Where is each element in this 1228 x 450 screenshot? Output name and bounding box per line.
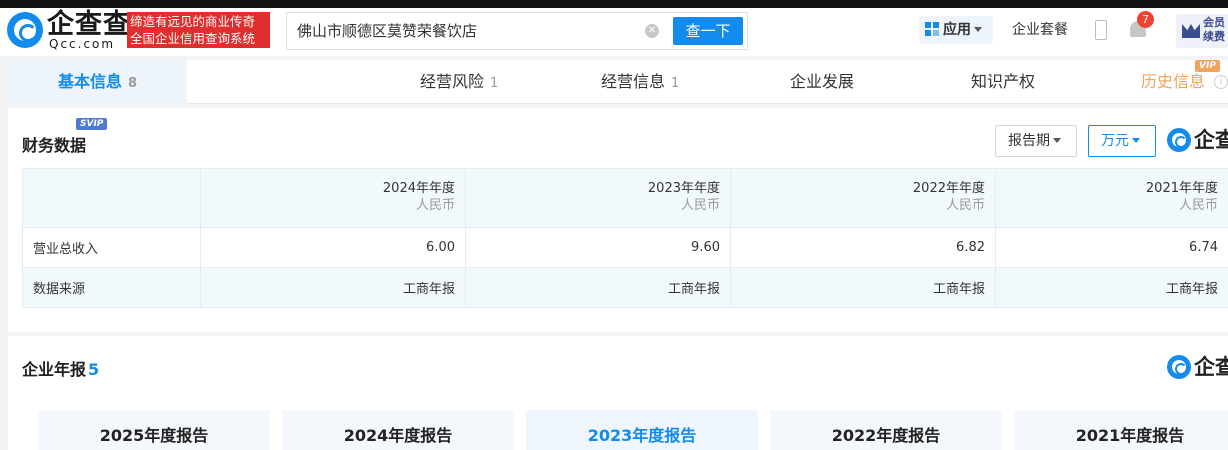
annual-report-section: 企业年报 5 企查 2025年度报告 2024年度报告 2023年度报告 2022… <box>8 336 1228 450</box>
qcc-logo-icon[interactable] <box>7 12 43 48</box>
slogan-line-1: 缔造有远见的商业传奇 <box>130 14 256 29</box>
qcc-logo-icon <box>1167 355 1191 379</box>
tab-intellectual-property[interactable]: 知识产权 <box>971 60 1035 104</box>
vip-tag: VIP <box>1195 60 1220 72</box>
logo-subtitle: Qcc.com <box>49 37 116 51</box>
slogan-banner: 缔造有远见的商业传奇 全国企业信用查询系统 <box>127 12 270 48</box>
search-input[interactable]: 佛山市顺德区莫赞荣餐饮店 <box>297 13 477 49</box>
report-period-select[interactable]: 报告期 <box>995 125 1077 157</box>
tab-business-info[interactable]: 经营信息 1 <box>601 60 679 104</box>
table-row: 数据来源 工商年报 工商年报 工商年报 工商年报 <box>22 267 1228 308</box>
qcc-watermark: 企查 <box>1167 352 1228 382</box>
search-box[interactable]: 佛山市顺德区莫赞荣餐饮店 ✕ 查一下 <box>286 12 748 50</box>
unit-select[interactable]: 万元 <box>1088 125 1156 157</box>
chevron-down-icon <box>1132 138 1140 143</box>
apps-label: 应用 <box>943 22 971 38</box>
info-icon[interactable]: i <box>1214 75 1228 89</box>
table-header-cell: 2021年年度 人民币 <box>995 168 1228 228</box>
table-cell: 6.00 <box>200 227 466 268</box>
search-button[interactable]: 查一下 <box>673 17 743 45</box>
table-corner-cell <box>22 168 201 228</box>
enterprise-suite-link[interactable]: 企业套餐 <box>1012 16 1068 44</box>
tab-basic-info[interactable]: 基本信息 8 <box>8 60 187 104</box>
financial-data-title: 财务数据 <box>22 136 87 155</box>
clear-icon[interactable]: ✕ <box>645 24 659 38</box>
annual-report-count: 5 <box>88 360 100 379</box>
table-header-cell: 2023年年度 人民币 <box>465 168 731 228</box>
report-card-2023[interactable]: 2023年度报告 <box>526 410 758 450</box>
vip-renew-button[interactable]: 会员 续费 <box>1176 14 1228 48</box>
row-label: 数据来源 <box>22 267 201 308</box>
table-cell: 工商年报 <box>200 267 466 308</box>
table-cell: 6.82 <box>730 227 996 268</box>
row-label: 营业总收入 <box>22 227 201 268</box>
crown-icon <box>1182 24 1200 38</box>
table-cell: 工商年报 <box>730 267 996 308</box>
report-card-2021[interactable]: 2021年度报告 <box>1014 410 1228 450</box>
logo-text[interactable]: 企查查 <box>47 10 131 40</box>
section-tabs: 基本信息 8 经营风险 1 经营信息 1 企业发展 知识产权 历史信息 <box>8 60 1228 104</box>
report-card-2025[interactable]: 2025年度报告 <box>38 410 270 450</box>
table-cell: 工商年报 <box>995 267 1228 308</box>
apps-grid-icon <box>925 22 939 36</box>
chevron-down-icon <box>1053 138 1061 143</box>
notification-badge: 7 <box>1137 11 1154 28</box>
qcc-watermark: 企查 <box>1167 125 1228 155</box>
chevron-down-icon <box>974 27 982 32</box>
table-row: 营业总收入 6.00 9.60 6.82 6.74 <box>22 227 1228 268</box>
financial-table: 2024年年度 人民币 2023年年度 人民币 2022年年度 人民币 2021年年度… <box>22 168 1228 308</box>
vip-label: 会员 续费 <box>1203 16 1225 43</box>
table-cell: 9.60 <box>465 227 731 268</box>
annual-report-title: 企业年报 5 <box>22 360 100 379</box>
table-cell: 工商年报 <box>465 267 731 308</box>
tab-business-risk[interactable]: 经营风险 1 <box>420 60 498 104</box>
financial-data-section: SVIP 财务数据 报告期 万元 企查 2024年年度 人民币 2023年年度 人民… <box>8 108 1228 332</box>
report-card-2022[interactable]: 2022年度报告 <box>770 410 1002 450</box>
tab-enterprise-development[interactable]: 企业发展 <box>790 60 854 104</box>
table-header-cell: 2024年年度 人民币 <box>200 168 466 228</box>
mobile-phone-icon[interactable] <box>1095 20 1107 40</box>
table-header-cell: 2022年年度 人民币 <box>730 168 996 228</box>
report-card-2024[interactable]: 2024年度报告 <box>282 410 514 450</box>
top-header: 企查查 Qcc.com 缔造有远见的商业传奇 全国企业信用查询系统 佛山市顺德区… <box>0 8 1228 56</box>
apps-menu-button[interactable]: 应用 <box>919 16 993 44</box>
qcc-logo-icon <box>1167 128 1191 152</box>
table-cell: 6.74 <box>995 227 1228 268</box>
slogan-line-2: 全国企业信用查询系统 <box>130 31 256 46</box>
window-top-bar <box>0 0 1228 8</box>
svip-tag: SVIP <box>76 118 108 130</box>
